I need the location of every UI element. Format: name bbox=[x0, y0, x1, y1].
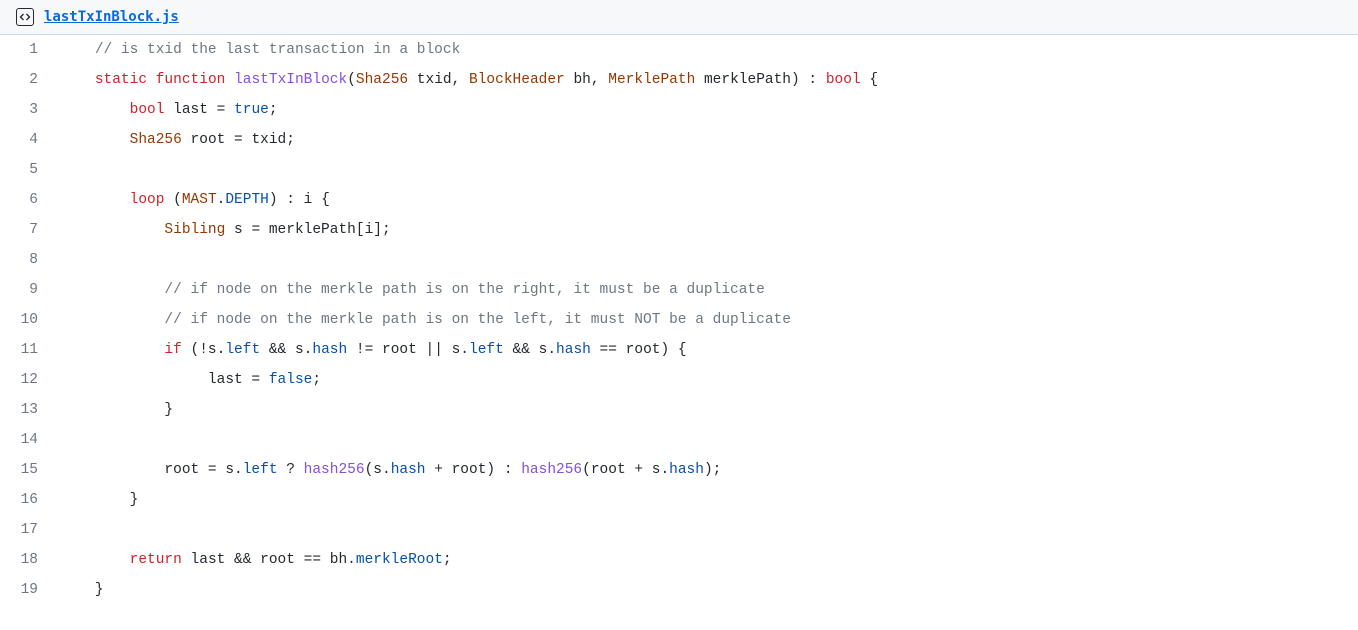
code-content[interactable] bbox=[60, 155, 1358, 185]
code-content[interactable]: loop (MAST.DEPTH) : i { bbox=[60, 185, 1358, 215]
line-number[interactable]: 17 bbox=[0, 515, 60, 545]
code-line: 4 Sha256 root = txid; bbox=[0, 125, 1358, 155]
code-content[interactable] bbox=[60, 425, 1358, 455]
code-content[interactable]: static function lastTxInBlock(Sha256 txi… bbox=[60, 65, 1358, 95]
code-line: 11 if (!s.left && s.hash != root || s.le… bbox=[0, 335, 1358, 365]
code-content[interactable]: Sibling s = merklePath[i]; bbox=[60, 215, 1358, 245]
code-line: 6 loop (MAST.DEPTH) : i { bbox=[0, 185, 1358, 215]
code-line: 17 bbox=[0, 515, 1358, 545]
line-number[interactable]: 19 bbox=[0, 575, 60, 605]
code-viewer: 1 // is txid the last transaction in a b… bbox=[0, 35, 1358, 605]
line-number[interactable]: 15 bbox=[0, 455, 60, 485]
code-content[interactable]: } bbox=[60, 485, 1358, 515]
code-content[interactable]: Sha256 root = txid; bbox=[60, 125, 1358, 155]
line-number[interactable]: 13 bbox=[0, 395, 60, 425]
code-line: 3 bool last = true; bbox=[0, 95, 1358, 125]
code-content[interactable] bbox=[60, 515, 1358, 545]
code-line: 9 // if node on the merkle path is on th… bbox=[0, 275, 1358, 305]
code-content[interactable]: } bbox=[60, 575, 1358, 605]
code-content[interactable]: root = s.left ? hash256(s.hash + root) :… bbox=[60, 455, 1358, 485]
code-line: 19 } bbox=[0, 575, 1358, 605]
line-number[interactable]: 12 bbox=[0, 365, 60, 395]
line-number[interactable]: 6 bbox=[0, 185, 60, 215]
line-number[interactable]: 7 bbox=[0, 215, 60, 245]
line-number[interactable]: 1 bbox=[0, 35, 60, 65]
code-content[interactable]: bool last = true; bbox=[60, 95, 1358, 125]
line-number[interactable]: 18 bbox=[0, 545, 60, 575]
code-content[interactable]: return last && root == bh.merkleRoot; bbox=[60, 545, 1358, 575]
file-header: lastTxInBlock.js bbox=[0, 0, 1358, 35]
code-line: 5 bbox=[0, 155, 1358, 185]
code-content[interactable]: // if node on the merkle path is on the … bbox=[60, 275, 1358, 305]
code-content[interactable]: if (!s.left && s.hash != root || s.left … bbox=[60, 335, 1358, 365]
code-line: 14 bbox=[0, 425, 1358, 455]
line-number[interactable]: 3 bbox=[0, 95, 60, 125]
code-content[interactable]: // is txid the last transaction in a blo… bbox=[60, 35, 1358, 65]
code-content[interactable] bbox=[60, 245, 1358, 275]
line-number[interactable]: 8 bbox=[0, 245, 60, 275]
code-line: 16 } bbox=[0, 485, 1358, 515]
filename-link[interactable]: lastTxInBlock.js bbox=[44, 9, 179, 25]
code-line: 7 Sibling s = merklePath[i]; bbox=[0, 215, 1358, 245]
code-line: 15 root = s.left ? hash256(s.hash + root… bbox=[0, 455, 1358, 485]
line-number[interactable]: 2 bbox=[0, 65, 60, 95]
line-number[interactable]: 11 bbox=[0, 335, 60, 365]
code-line: 18 return last && root == bh.merkleRoot; bbox=[0, 545, 1358, 575]
code-line: 12 last = false; bbox=[0, 365, 1358, 395]
code-line: 10 // if node on the merkle path is on t… bbox=[0, 305, 1358, 335]
code-line: 13 } bbox=[0, 395, 1358, 425]
line-number[interactable]: 10 bbox=[0, 305, 60, 335]
line-number[interactable]: 5 bbox=[0, 155, 60, 185]
line-number[interactable]: 14 bbox=[0, 425, 60, 455]
code-line: 1 // is txid the last transaction in a b… bbox=[0, 35, 1358, 65]
code-line: 2 static function lastTxInBlock(Sha256 t… bbox=[0, 65, 1358, 95]
line-number[interactable]: 16 bbox=[0, 485, 60, 515]
line-number[interactable]: 9 bbox=[0, 275, 60, 305]
code-line: 8 bbox=[0, 245, 1358, 275]
code-content[interactable]: } bbox=[60, 395, 1358, 425]
code-file-icon bbox=[16, 8, 34, 26]
line-number[interactable]: 4 bbox=[0, 125, 60, 155]
code-content[interactable]: // if node on the merkle path is on the … bbox=[60, 305, 1358, 335]
code-content[interactable]: last = false; bbox=[60, 365, 1358, 395]
